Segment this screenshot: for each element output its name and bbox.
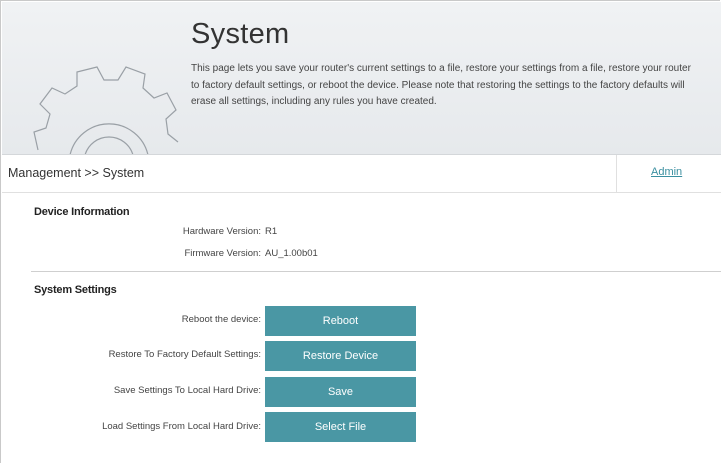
restore-label: Restore To Factory Default Settings: xyxy=(108,349,261,360)
page-description: This page lets you save your router's cu… xyxy=(191,61,721,111)
admin-link[interactable]: Admin xyxy=(651,166,682,178)
description-line: This page lets you save your router's cu… xyxy=(191,63,691,74)
select-file-button[interactable]: Select File xyxy=(265,412,416,442)
hardware-version-value: R1 xyxy=(265,226,278,237)
system-settings-title: System Settings xyxy=(34,284,117,296)
restore-device-button[interactable]: Restore Device xyxy=(265,341,416,371)
description-line: to factory default settings, or reboot t… xyxy=(191,79,685,91)
breadcrumb: Management >> System xyxy=(8,166,145,180)
load-label: Load Settings From Local Hard Drive: xyxy=(102,421,261,432)
hardware-version-label: Hardware Version: xyxy=(182,226,261,237)
device-info-title: Device Information xyxy=(34,206,130,218)
admin-cell: Admin xyxy=(616,155,721,192)
reboot-button[interactable]: Reboot xyxy=(265,306,416,336)
section-divider xyxy=(31,271,721,272)
page-title: System xyxy=(191,18,290,50)
gear-icon xyxy=(33,66,179,154)
page-frame: System This page lets you save your rout… xyxy=(0,0,721,463)
save-label: Save Settings To Local Hard Drive: xyxy=(113,385,261,396)
firmware-version-label: Firmware Version: xyxy=(184,248,261,259)
save-button[interactable]: Save xyxy=(265,377,416,407)
breadcrumb-bar: Management >> System Admin xyxy=(2,155,721,193)
description-line: erase all settings, including any rules … xyxy=(191,96,437,107)
page-header: System This page lets you save your rout… xyxy=(2,2,721,155)
firmware-version-value: AU_1.00b01 xyxy=(265,248,318,259)
reboot-label: Reboot the device: xyxy=(181,314,261,325)
